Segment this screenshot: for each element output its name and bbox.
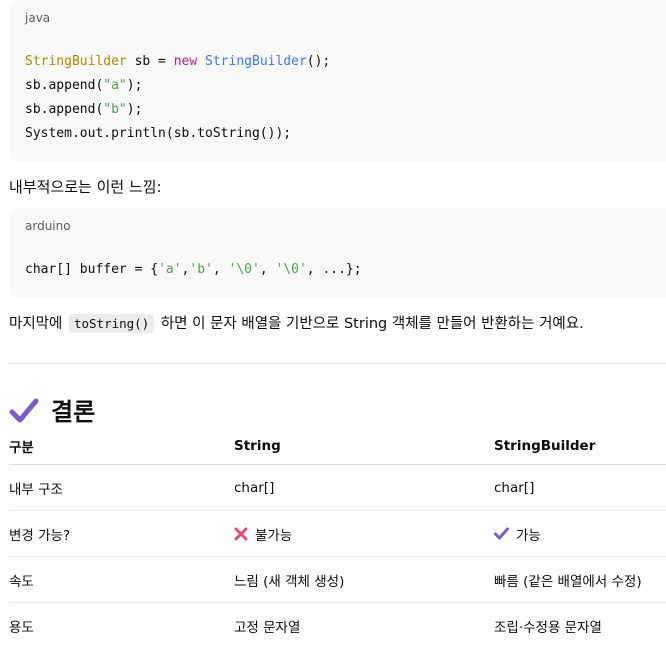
table-cell: 조립·수정용 문자열 [494, 619, 602, 636]
paragraph: 마지막에 toString() 하면 이 문자 배열을 기반으로 String … [9, 314, 584, 333]
table-cell: 내부 구조 [9, 481, 63, 498]
paragraph: 내부적으로는 이런 느낌: [9, 178, 162, 196]
table-cell: 용도 [9, 619, 34, 636]
cross-mark-icon [234, 527, 248, 540]
table-cell: 속도 [9, 573, 34, 590]
code-block-java: java StringBuilder sb = new StringBuilde… [9, 0, 666, 162]
table-header-row: 구분 String StringBuilder [9, 428, 666, 465]
comparison-table: 구분 String StringBuilder 내부 구조 char[] cha… [9, 428, 666, 648]
inline-code: toString() [68, 314, 155, 333]
table-row: 속도 느림 (새 객체 생성) 빠름 (같은 배열에서 수정) [9, 557, 666, 603]
code-line: sb.append("b"); [25, 102, 143, 117]
code-block-arduino: arduino char[] buffer = {'a','b', '\0', … [9, 208, 666, 298]
table-cell: char[] [494, 479, 535, 496]
table-cell: 고정 문자열 [234, 619, 301, 636]
table-row: 변경 가능? 불가능 가능 [9, 511, 666, 557]
table-row: 용도 고정 문자열 조립·수정용 문자열 [9, 603, 666, 648]
check-mark-icon [9, 398, 39, 422]
code-language-label: java [25, 11, 51, 25]
code-line: sb.append("a"); [25, 78, 143, 93]
table-cell: 가능 [494, 511, 541, 556]
divider [9, 363, 666, 364]
table-cell: 불가능 [234, 511, 292, 556]
table-header-cell: 구분 [9, 440, 34, 456]
code-line: char[] buffer = {'a','b', '\0', '\0', ..… [25, 262, 362, 277]
code-line: StringBuilder sb = new StringBuilder(); [25, 54, 331, 69]
table-row: 내부 구조 char[] char[] [9, 465, 666, 511]
section-heading-text: 결론 [51, 398, 96, 426]
table-cell: char[] [234, 479, 275, 496]
check-mark-icon [494, 527, 509, 540]
section-heading: 결론 [9, 392, 95, 427]
table-cell: 빠름 (같은 배열에서 수정) [494, 573, 642, 590]
table-header-cell: String [234, 438, 281, 454]
table-cell: 느림 (새 객체 생성) [234, 573, 345, 590]
table-cell: 변경 가능? [9, 527, 71, 544]
table-header-cell: StringBuilder [494, 438, 596, 454]
code-line: System.out.println(sb.toString()); [25, 126, 292, 141]
code-language-label: arduino [25, 219, 71, 233]
